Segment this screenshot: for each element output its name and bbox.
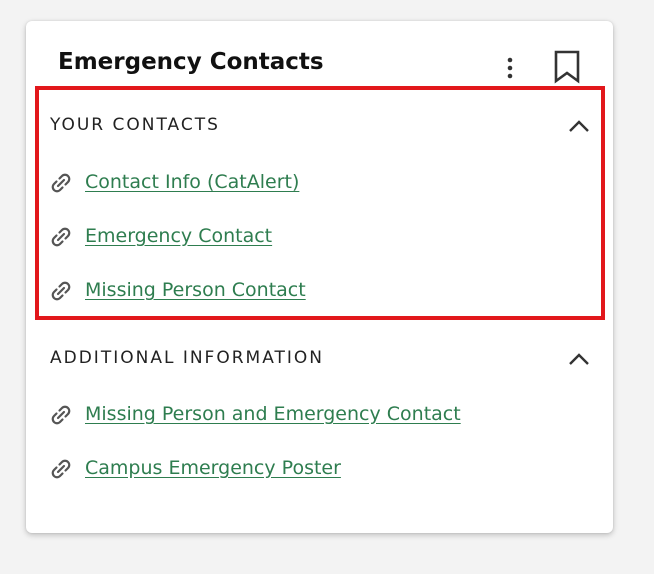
list-item: Missing Person Contact bbox=[48, 276, 568, 306]
chevron-up-icon[interactable] bbox=[564, 344, 594, 374]
link-icon bbox=[51, 459, 71, 479]
link-icon bbox=[51, 173, 71, 193]
more-options-button[interactable] bbox=[500, 55, 520, 81]
section-header-your-contacts[interactable]: YOUR CONTACTS bbox=[50, 111, 590, 141]
link-campus-emergency-poster[interactable]: Campus Emergency Poster bbox=[85, 457, 341, 479]
list-item: Contact Info (CatAlert) bbox=[48, 168, 568, 198]
list-item: Missing Person and Emergency Contact bbox=[48, 400, 568, 430]
card-title: Emergency Contacts bbox=[58, 49, 324, 75]
link-contact-info-catalert[interactable]: Contact Info (CatAlert) bbox=[85, 171, 299, 193]
bookmark-icon bbox=[554, 50, 580, 84]
section-title-additional-information: ADDITIONAL INFORMATION bbox=[50, 348, 324, 368]
link-icon bbox=[51, 405, 71, 425]
bookmark-button[interactable] bbox=[553, 50, 581, 84]
more-vertical-icon bbox=[507, 57, 513, 79]
section-title-your-contacts: YOUR CONTACTS bbox=[50, 115, 220, 135]
link-icon bbox=[51, 281, 71, 301]
section-header-additional-information[interactable]: ADDITIONAL INFORMATION bbox=[50, 344, 590, 374]
link-missing-person-contact[interactable]: Missing Person Contact bbox=[85, 279, 306, 301]
chevron-up-icon[interactable] bbox=[564, 111, 594, 141]
link-missing-person-and-emergency-contact[interactable]: Missing Person and Emergency Contact bbox=[85, 403, 461, 425]
list-item: Campus Emergency Poster bbox=[48, 454, 568, 484]
link-emergency-contact[interactable]: Emergency Contact bbox=[85, 225, 272, 247]
emergency-contacts-card: Emergency Contacts YOUR CONTACTS Contact… bbox=[26, 21, 613, 533]
link-icon bbox=[51, 227, 71, 247]
list-item: Emergency Contact bbox=[48, 222, 568, 252]
